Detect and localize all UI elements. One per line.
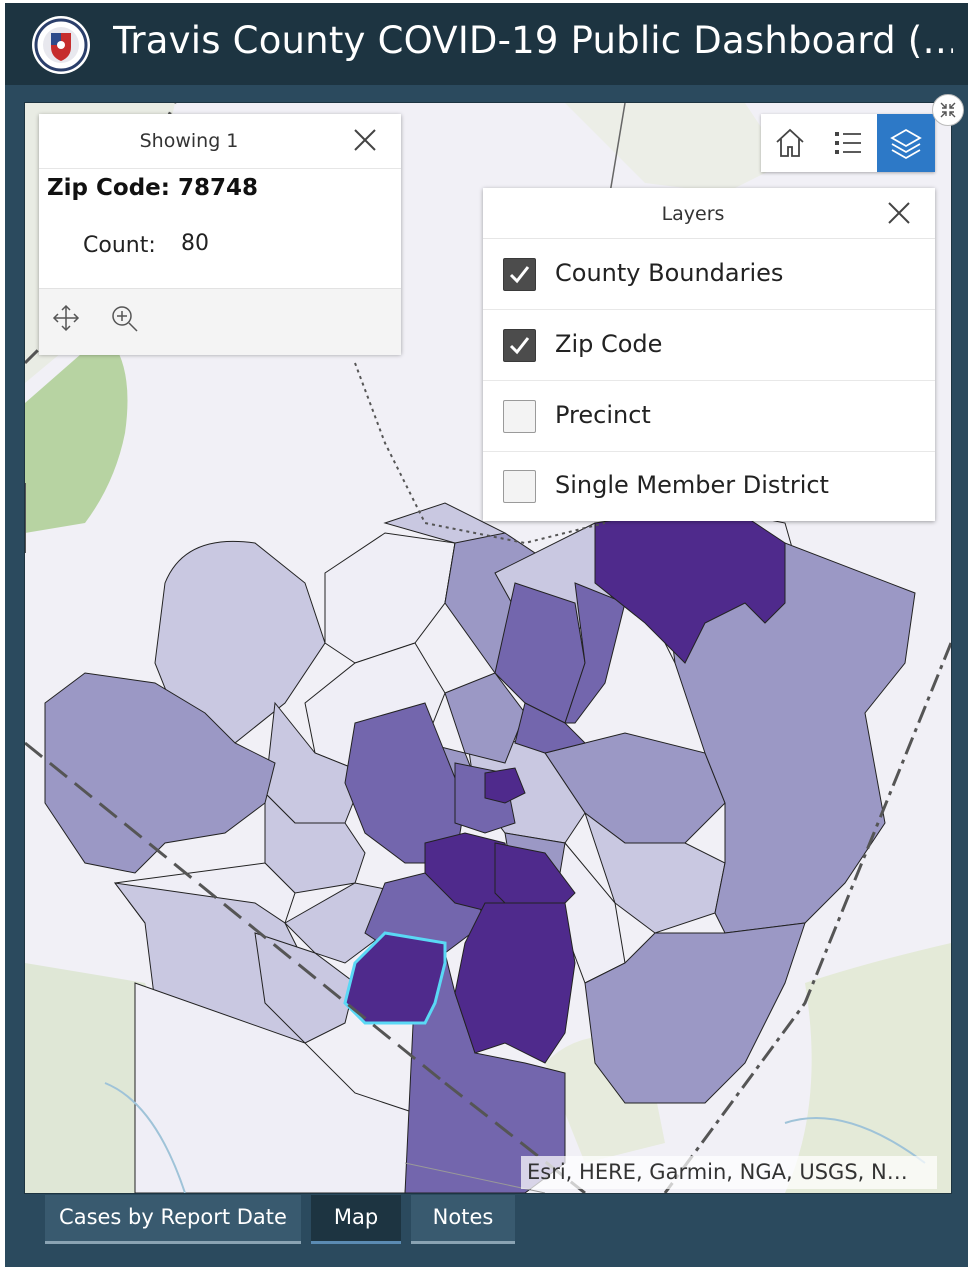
tab-notes[interactable]: Notes [411, 1195, 515, 1244]
zoom-in-icon[interactable] [109, 303, 139, 333]
map-toolbar [761, 114, 935, 172]
city-of-austin-seal-icon [32, 16, 90, 74]
layers-icon [890, 128, 922, 160]
layers-header: Layers [483, 188, 935, 239]
layer-label: Zip Code [555, 330, 663, 358]
home-icon [776, 128, 804, 157]
checkbox-checked[interactable] [503, 329, 536, 362]
popup-heading: Showing 1 [139, 130, 239, 152]
count-label: Count: [83, 233, 156, 258]
tab-map[interactable]: Map [311, 1195, 401, 1244]
count-value: 80 [181, 231, 209, 256]
layer-item-county-boundaries[interactable]: County Boundaries [483, 239, 935, 310]
dashboard-frame: Travis County COVID-19 Public Dashboard … [5, 3, 968, 1267]
map-view[interactable]: Showing 1 Zip Code: 78748 Count: 80 Laye… [24, 102, 952, 1194]
layers-panel: Layers County Boundaries Zip Code Precin… [483, 188, 935, 521]
legend-button[interactable] [819, 114, 877, 172]
checkbox-unchecked[interactable] [503, 470, 536, 503]
layer-item-zip-code[interactable]: Zip Code [483, 310, 935, 381]
collapse-icon[interactable] [932, 94, 964, 126]
header: Travis County COVID-19 Public Dashboard … [5, 3, 968, 85]
map-attribution[interactable]: Esri, HERE, Garmin, NGA, USGS, N… [521, 1156, 937, 1189]
feature-popup: Showing 1 Zip Code: 78748 Count: 80 [39, 114, 401, 355]
page-title: Travis County COVID-19 Public Dashboard … [113, 19, 953, 62]
close-icon[interactable] [351, 126, 379, 154]
popup-title: Zip Code: 78748 [47, 175, 258, 201]
layers-button[interactable] [877, 114, 935, 172]
home-button[interactable] [761, 114, 819, 172]
layer-item-single-member-district[interactable]: Single Member District [483, 451, 935, 521]
layer-label: Single Member District [555, 471, 829, 499]
layers-heading: Layers [661, 203, 725, 225]
legend-list-icon [835, 132, 861, 154]
tab-cases-by-report-date[interactable]: Cases by Report Date [45, 1195, 301, 1244]
layer-label: County Boundaries [555, 259, 784, 287]
checkbox-checked[interactable] [503, 258, 536, 291]
pan-icon[interactable] [51, 303, 81, 333]
check-icon [509, 337, 530, 355]
layer-item-precinct[interactable]: Precinct [483, 381, 935, 452]
popup-footer [39, 288, 401, 355]
checkbox-unchecked[interactable] [503, 400, 536, 433]
layer-label: Precinct [555, 401, 651, 429]
popup-header: Showing 1 [39, 114, 401, 169]
close-icon[interactable] [885, 199, 913, 227]
check-icon [509, 266, 530, 284]
